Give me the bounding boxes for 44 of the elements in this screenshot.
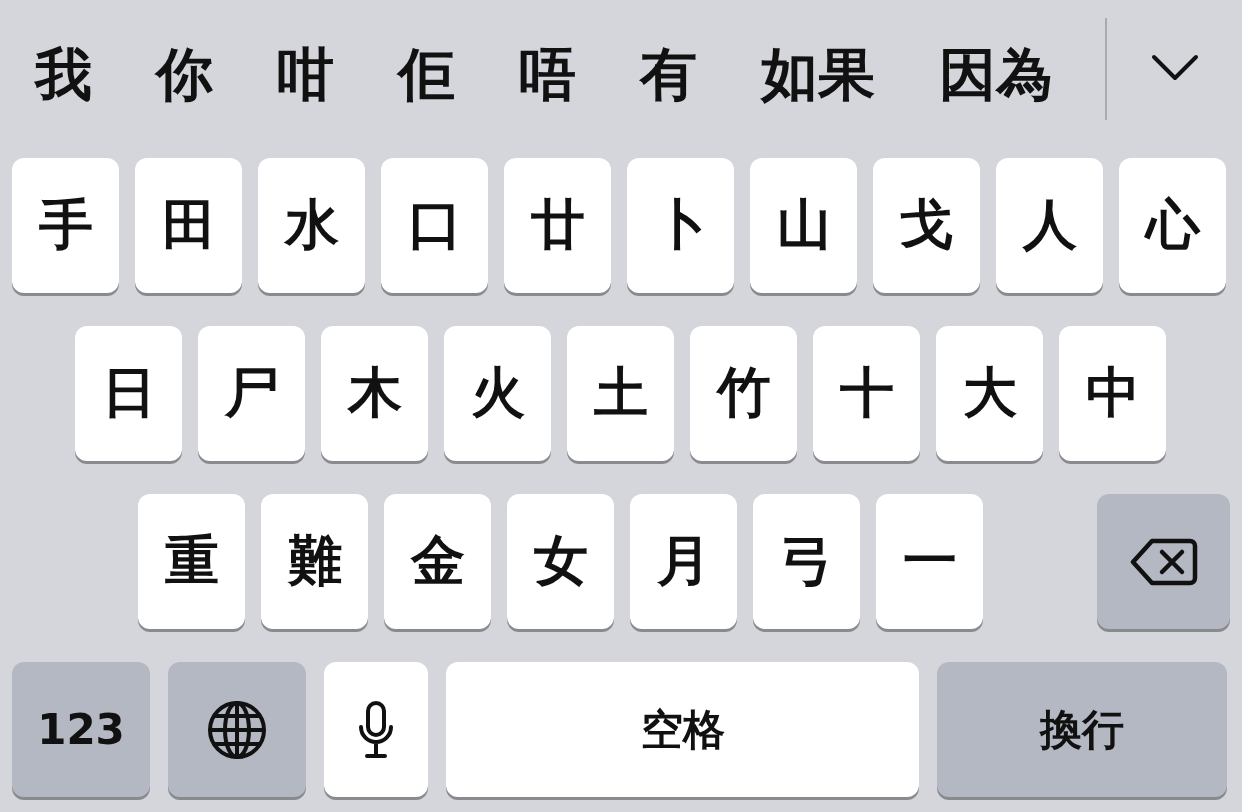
key[interactable]: 戈 [873,158,980,293]
microphone-button[interactable] [324,662,428,797]
key[interactable]: 難 [261,494,368,629]
key[interactable]: 人 [996,158,1103,293]
candidate-word[interactable]: 唔 [519,46,576,103]
key[interactable]: 金 [384,494,491,629]
key[interactable]: 十 [813,326,920,461]
key[interactable]: 弓 [753,494,860,629]
key[interactable]: 中 [1059,326,1166,461]
function-key[interactable]: 123 [12,662,150,797]
candidate-word[interactable]: 如果 [761,46,875,103]
key[interactable]: 心 [1119,158,1226,293]
candidate-word[interactable]: 佢 [398,46,455,103]
key[interactable]: 廿 [504,158,611,293]
key[interactable]: 卜 [627,158,734,293]
globe-icon [207,699,267,760]
key[interactable]: 水 [258,158,365,293]
key[interactable]: 口 [381,158,488,293]
space-key[interactable]: 空格 [446,662,919,797]
key[interactable]: 日 [75,326,182,461]
key[interactable]: 竹 [690,326,797,461]
key[interactable]: 土 [567,326,674,461]
candidate-word[interactable]: 我 [35,46,92,103]
candidate-word[interactable]: 有 [640,46,697,103]
key[interactable]: 火 [444,326,551,461]
chevron-down-icon[interactable] [1151,54,1199,82]
function-key[interactable]: 換行 [937,662,1227,797]
key[interactable]: 木 [321,326,428,461]
key[interactable]: 田 [135,158,242,293]
candidate-word[interactable]: 因為 [939,46,1053,103]
key[interactable]: 手 [12,158,119,293]
key[interactable]: 女 [507,494,614,629]
key[interactable]: 尸 [198,326,305,461]
key[interactable]: 山 [750,158,857,293]
key[interactable]: 一 [876,494,983,629]
key[interactable]: 月 [630,494,737,629]
key[interactable]: 大 [936,326,1043,461]
candidate-word[interactable]: 咁 [277,46,334,103]
candidate-word[interactable]: 你 [156,46,213,103]
delete-button[interactable] [1097,494,1230,629]
delete-icon [1129,537,1198,586]
microphone-icon [358,700,394,759]
key[interactable]: 重 [138,494,245,629]
globe-button[interactable] [168,662,306,797]
